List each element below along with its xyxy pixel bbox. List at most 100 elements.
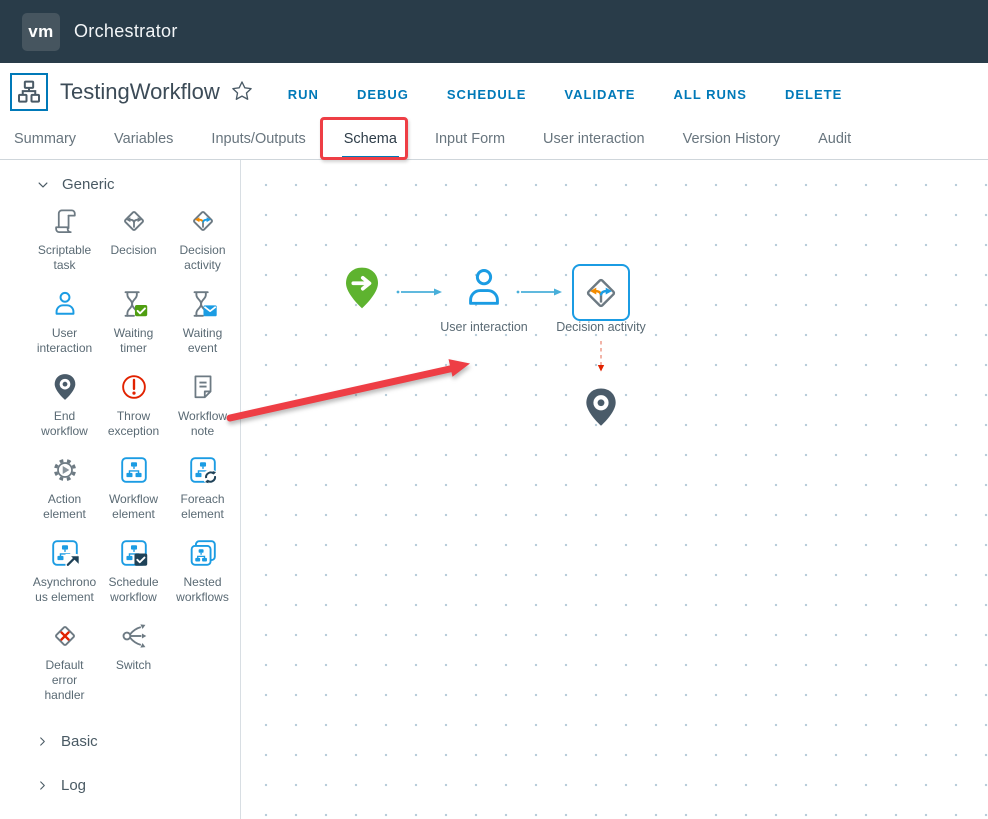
foreach-element-icon [185, 452, 221, 488]
tab-user-interaction[interactable]: User interaction [541, 123, 647, 159]
workflow-icon [10, 73, 48, 111]
section-log[interactable]: Log [36, 777, 240, 794]
palette-item-label: Action element [43, 492, 86, 521]
workflow-title-row: TestingWorkflow RUN DEBUG SCHEDULE VALID… [0, 63, 988, 121]
connection-start-to-user[interactable] [396, 287, 444, 297]
schedule-workflow-icon [116, 535, 152, 571]
palette-item-default-error-handler[interactable]: Default error handler [30, 618, 99, 703]
tab-inputs-outputs[interactable]: Inputs/Outputs [209, 123, 307, 159]
collapsed-sections: Basic Log Network [0, 733, 240, 819]
canvas-node-user-interaction[interactable] [460, 263, 508, 313]
user-icon [469, 269, 499, 305]
palette-item-action-element[interactable]: Action element [30, 452, 99, 522]
palette-item-label: Decision [110, 243, 157, 257]
palette-item-workflow-note[interactable]: Workflow note [168, 369, 237, 439]
canvas-node-decision-activity[interactable] [572, 264, 630, 321]
workflow-title: TestingWorkflow [60, 79, 220, 104]
palette-item-label: Waiting event [182, 326, 223, 355]
orchestrator-window: vm Orchestrator TestingWorkflow RUN DEBU… [0, 0, 988, 819]
decision-activity-icon [586, 278, 616, 307]
palette-item-end-workflow[interactable]: End workflow [30, 369, 99, 439]
palette-item-label: Workflow note [177, 409, 228, 438]
palette-item-label: End workflow [41, 409, 88, 438]
vmware-logo[interactable]: vm [22, 12, 60, 51]
waiting-event-icon [185, 286, 221, 322]
default-error-handler-icon [47, 618, 83, 654]
connection-user-to-decision[interactable] [516, 287, 564, 297]
workflow-note-icon [185, 369, 221, 405]
palette-item-label: Nested workflows [176, 575, 229, 604]
palette-grid: Scriptable task Decision Decision activi… [0, 203, 240, 703]
app-title: Orchestrator [74, 21, 178, 41]
canvas-node-start[interactable] [338, 262, 386, 316]
palette-item-label: Decision activity [179, 243, 226, 272]
section-basic-label: Basic [61, 733, 98, 750]
palette-item-throw-exception[interactable]: Throw exception [99, 369, 168, 439]
canvas-node-end[interactable] [579, 383, 623, 433]
delete-button[interactable]: DELETE [779, 83, 848, 106]
palette-item-asynchronous-element[interactable]: Asynchronous element [30, 535, 99, 605]
user-interaction-icon [47, 286, 83, 322]
workflow-element-icon [116, 452, 152, 488]
app-header: vm Orchestrator [0, 0, 988, 63]
schedule-button[interactable]: SCHEDULE [441, 83, 533, 106]
tab-input-form[interactable]: Input Form [433, 123, 507, 159]
all-runs-button[interactable]: ALL RUNS [667, 83, 752, 106]
vm-logo-text: vm [28, 21, 54, 41]
node-label-decision-activity: Decision activity [556, 320, 646, 334]
chevron-right-icon [40, 737, 45, 746]
tab-schema[interactable]: Schema [341, 123, 399, 159]
palette-item-label: Foreach element [180, 492, 225, 521]
tab-variables[interactable]: Variables [112, 123, 175, 159]
section-generic[interactable]: Generic [36, 176, 240, 193]
waiting-timer-icon [116, 286, 152, 322]
palette-item-label: Schedule workflow [108, 575, 159, 604]
palette-item-waiting-timer[interactable]: Waiting timer [99, 286, 168, 356]
palette-item-label: Workflow element [108, 492, 159, 521]
debug-button[interactable]: DEBUG [351, 83, 415, 106]
palette-item-workflow-element[interactable]: Workflow element [99, 452, 168, 522]
palette-item-label: Default error handler [44, 658, 85, 702]
tab-audit[interactable]: Audit [816, 123, 853, 159]
end-pin-icon [586, 388, 616, 426]
palette-item-label: Waiting timer [113, 326, 154, 355]
start-pin-icon [346, 267, 378, 309]
palette-item-decision[interactable]: Decision [99, 203, 168, 273]
section-generic-label: Generic [62, 176, 115, 193]
workflow-actions: RUN DEBUG SCHEDULE VALIDATE ALL RUNS DEL… [282, 83, 875, 106]
end-workflow-icon [47, 369, 83, 405]
palette-item-foreach-element[interactable]: Foreach element [168, 452, 237, 522]
chevron-down-icon [38, 181, 48, 188]
palette-item-label: Scriptable task [37, 243, 92, 272]
palette-item-nested-workflows[interactable]: Nested workflows [168, 535, 237, 605]
palette-item-user-interaction[interactable]: User interaction [30, 286, 99, 356]
palette-item-waiting-event[interactable]: Waiting event [168, 286, 237, 356]
palette-item-label: User interaction [36, 326, 93, 355]
decision-activity-icon [185, 203, 221, 239]
section-log-label: Log [61, 777, 87, 794]
favorite-star-icon[interactable] [230, 79, 254, 108]
palette-item-schedule-workflow[interactable]: Schedule workflow [99, 535, 168, 605]
decision-icon [116, 203, 152, 239]
run-button[interactable]: RUN [282, 83, 325, 106]
palette-item-switch[interactable]: Switch [99, 618, 168, 703]
palette-item-decision-activity[interactable]: Decision activity [168, 203, 237, 273]
tab-version-history[interactable]: Version History [681, 123, 783, 159]
nested-workflows-icon [185, 535, 221, 571]
validate-button[interactable]: VALIDATE [558, 83, 641, 106]
switch-icon [116, 618, 152, 654]
node-label-user-interaction: User interaction [440, 320, 528, 334]
connection-decision-to-end-dashed[interactable] [595, 341, 607, 374]
element-palette-sidebar: Generic Scriptable task Decision Decisio… [0, 160, 241, 819]
tab-summary[interactable]: Summary [12, 123, 78, 159]
action-element-icon [47, 452, 83, 488]
palette-item-label: Switch [115, 658, 152, 672]
scriptable-task-icon [47, 203, 83, 239]
palette-item-scriptable-task[interactable]: Scriptable task [30, 203, 99, 273]
chevron-right-icon [40, 781, 45, 790]
palette-item-label: Throw exception [107, 409, 160, 438]
throw-exception-icon [116, 369, 152, 405]
schema-canvas[interactable]: User interaction Decision activity [241, 160, 988, 819]
asynchronous-element-icon [47, 535, 83, 571]
section-basic[interactable]: Basic [36, 733, 240, 750]
